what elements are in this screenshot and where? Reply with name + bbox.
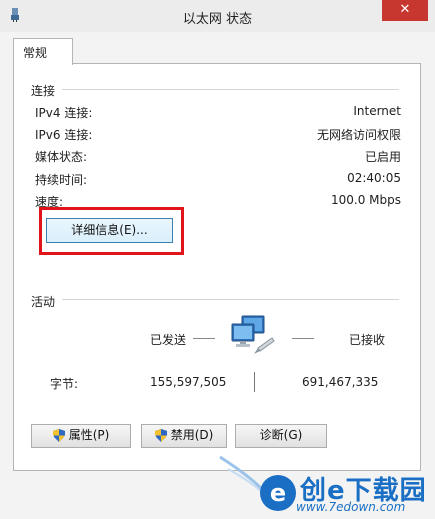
uac-shield-icon <box>154 429 167 442</box>
general-panel <box>13 63 421 471</box>
bytes-received-value: 691,467,335 <box>302 375 379 389</box>
svg-text:e: e <box>270 479 286 507</box>
window-title: 以太网 状态 <box>182 12 253 27</box>
connection-section-title: 连接 <box>31 84 56 98</box>
activity-section-title: 活动 <box>31 295 56 309</box>
sent-label: 已发送 <box>150 333 187 347</box>
ipv6-value: 无网络访问权限 <box>316 128 401 142</box>
disable-button[interactable]: 禁用(D) <box>141 424 227 448</box>
ipv4-value: Internet <box>353 104 401 118</box>
close-icon: ✕ <box>399 2 411 17</box>
tab-general[interactable]: 常规 <box>13 38 73 65</box>
properties-button[interactable]: 属性(P) <box>31 424 131 448</box>
media-state-label: 媒体状态: <box>35 150 88 164</box>
properties-label: 属性(P) <box>68 428 110 442</box>
close-button[interactable]: ✕ <box>382 0 428 21</box>
activity-divider <box>62 299 399 300</box>
bytes-label: 字节: <box>50 377 79 391</box>
sent-dash <box>193 338 215 339</box>
media-state-value: 已启用 <box>364 150 401 164</box>
uac-shield-icon <box>52 429 65 442</box>
highlight-box <box>39 207 184 255</box>
speed-value: 100.0 Mbps <box>330 193 401 207</box>
ipv6-label: IPv6 连接: <box>35 128 93 142</box>
received-dash <box>292 338 314 339</box>
duration-value: 02:40:05 <box>347 171 401 185</box>
diagnose-button[interactable]: 诊断(G) <box>235 424 327 448</box>
bytes-sent-value: 155,597,505 <box>150 375 227 389</box>
tab-general-label: 常规 <box>23 46 48 60</box>
ipv4-label: IPv4 连接: <box>35 106 93 120</box>
activity-separator <box>254 372 255 392</box>
disable-label: 禁用(D) <box>170 428 214 442</box>
network-activity-icon <box>231 315 275 354</box>
title-bar: 以太网 状态 ✕ <box>0 0 435 32</box>
watermark-url: www.7edown.com <box>296 500 406 514</box>
duration-label: 持续时间: <box>35 173 88 187</box>
received-label: 已接收 <box>349 333 386 347</box>
connection-divider <box>62 89 399 90</box>
